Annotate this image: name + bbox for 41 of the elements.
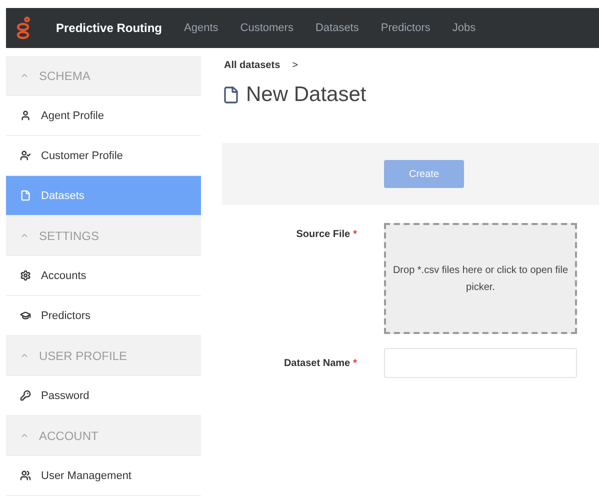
item-icon <box>20 110 31 121</box>
caret-icon <box>20 231 29 240</box>
breadcrumb-link[interactable]: All datasets <box>224 60 280 71</box>
caret-icon <box>20 351 29 360</box>
nav-link[interactable]: Customers <box>240 22 294 34</box>
caret-icon <box>20 431 29 440</box>
nav-link[interactable]: Jobs <box>452 22 476 34</box>
item-label: Password <box>41 390 90 402</box>
item-label: Datasets <box>41 190 84 202</box>
item-icon <box>20 190 31 201</box>
required-mark: * <box>353 229 357 240</box>
section-title: SETTINGS <box>39 228 100 242</box>
item-icon <box>20 270 31 281</box>
input-field[interactable] <box>384 348 577 378</box>
nav-link[interactable]: Agents <box>184 22 218 34</box>
item-label: Accounts <box>41 270 86 282</box>
section-title: USER PROFILE <box>39 348 128 362</box>
drop-hint: Drop *.csv files here or click to open file picker. <box>392 264 570 294</box>
field-label: Source File <box>296 229 350 240</box>
item-label: Agent Profile <box>41 110 104 122</box>
breadcrumb-separator: > <box>292 60 298 71</box>
sidebar-item[interactable]: Datasets <box>6 176 201 216</box>
logo-icon <box>16 16 30 40</box>
document-icon <box>222 86 240 104</box>
item-label: Predictors <box>41 310 91 322</box>
field-label: Dataset Name <box>284 358 350 369</box>
nav-link[interactable]: Datasets <box>315 22 359 34</box>
item-label: User Management <box>41 470 132 482</box>
file-drop-zone[interactable]: Drop *.csv files here or click to open file picker. <box>384 223 577 334</box>
nav-link[interactable]: Predictors <box>380 22 430 34</box>
item-icon <box>20 390 31 401</box>
item-icon <box>20 150 31 161</box>
item-icon <box>20 310 31 321</box>
item-icon <box>20 470 31 481</box>
section-title: SCHEMA <box>39 68 90 82</box>
section-title: ACCOUNT <box>39 428 98 442</box>
page-title: New Dataset <box>246 83 366 107</box>
app-title: Predictive Routing <box>56 21 162 35</box>
caret-icon <box>20 71 29 80</box>
required-mark: * <box>353 358 357 369</box>
item-label: Customer Profile <box>41 150 123 162</box>
